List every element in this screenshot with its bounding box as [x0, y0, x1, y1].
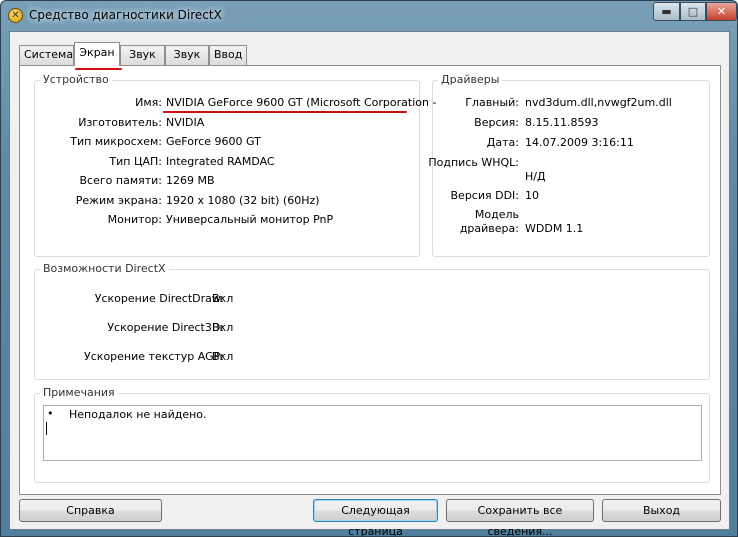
notes-bullet: •: [47, 407, 54, 420]
monitor-label: Монитор:: [107, 213, 162, 226]
driver-version-value: 8.15.11.8593: [525, 116, 599, 129]
maximize-button[interactable]: □: [680, 2, 706, 21]
manufacturer-label: Изготовитель:: [78, 116, 162, 129]
chip-type-label: Тип микросхем:: [70, 135, 162, 148]
tab-highlight-line: [75, 68, 122, 70]
manufacturer-value: NVIDIA: [166, 116, 205, 129]
notes-title: Примечания: [40, 386, 118, 399]
display-mode-value: 1920 x 1080 (32 bit) (60Hz): [166, 194, 320, 207]
dac-type-label: Тип ЦАП:: [109, 155, 162, 168]
driver-model-label-line2: драйвера:: [459, 222, 519, 235]
title-bar[interactable]: ✕ Средство диагностики DirectX ▬ □ ✕: [1, 1, 737, 31]
driver-date-value: 14.07.2009 3:16:11: [525, 136, 634, 149]
monitor-value: Универсальный монитор PnP: [166, 213, 334, 226]
notes-groupbox: Примечания • Неподалок не найдено.: [34, 386, 710, 483]
display-tab-panel: Устройство Имя: NVIDIA GeForce 9600 GT (…: [19, 65, 721, 495]
whql-value: Н/Д: [525, 170, 546, 183]
device-groupbox-title: Устройство: [40, 73, 112, 86]
directx-features-groupbox: Возможности DirectX Ускорение DirectDraw…: [34, 262, 710, 380]
total-memory-label: Всего памяти:: [79, 174, 162, 187]
directx-diagnostic-window: ✕ Средство диагностики DirectX ▬ □ ✕ Сис…: [0, 0, 738, 537]
directx-features-title: Возможности DirectX: [40, 262, 169, 275]
main-driver-label: Главный:: [465, 96, 519, 109]
driver-version-label: Версия:: [474, 116, 519, 129]
tab-sound-1[interactable]: Звук 1: [120, 45, 165, 79]
drivers-groupbox-title: Драйверы: [438, 73, 503, 86]
minimize-button[interactable]: ▬: [653, 2, 680, 21]
directdraw-label: Ускорение DirectDraw:: [94, 292, 224, 305]
dialog-client-area: Система Экран Звук 1 Звук 2 Ввод Устройс…: [9, 31, 730, 536]
drivers-groupbox: Драйверы Главный: nvd3dum.dll,nvwgf2um.d…: [428, 73, 710, 257]
tab-display[interactable]: Экран: [74, 42, 120, 66]
exit-button[interactable]: Выход: [602, 499, 721, 522]
chip-type-value: GeForce 9600 GT: [166, 135, 261, 148]
main-driver-value: nvd3dum.dll,nvwgf2um.dll: [525, 96, 672, 109]
notes-textbox[interactable]: • Неподалок не найдено.: [43, 405, 702, 461]
save-all-info-button[interactable]: Сохранить все сведения...: [446, 499, 594, 536]
device-name-label: Имя:: [135, 96, 162, 109]
whql-label: Подпись WHQL:: [428, 156, 519, 169]
device-name-value: NVIDIA GeForce 9600 GT (Microsoft Corpor…: [166, 96, 437, 109]
next-page-button[interactable]: Следующая страница: [313, 499, 438, 536]
device-groupbox: Устройство Имя: NVIDIA GeForce 9600 GT (…: [34, 73, 436, 257]
name-highlight-line: [163, 111, 407, 113]
direct3d-value: Вкл: [212, 321, 234, 334]
direct3d-label: Ускорение Direct3D:: [107, 321, 224, 334]
close-button[interactable]: ✕: [706, 2, 737, 21]
tab-sound-2[interactable]: Звук 2: [165, 45, 209, 79]
driver-model-label-line1: Модель: [474, 208, 519, 221]
ddi-version-label: Версия DDI:: [450, 189, 520, 202]
agp-texture-value: Вкл: [212, 350, 234, 363]
text-cursor: [46, 422, 47, 435]
window-title: Средство диагностики DirectX: [29, 8, 222, 22]
directdraw-value: Вкл: [212, 292, 234, 305]
total-memory-value: 1269 MB: [166, 174, 215, 187]
display-mode-label: Режим экрана:: [75, 194, 162, 207]
driver-date-label: Дата:: [486, 136, 519, 149]
tab-input[interactable]: Ввод: [209, 45, 247, 65]
dac-type-value: Integrated RAMDAC: [166, 155, 275, 168]
tab-system[interactable]: Система: [19, 45, 74, 65]
driver-model-value: WDDM 1.1: [525, 222, 584, 235]
directx-icon: ✕: [8, 8, 23, 23]
agp-texture-label: Ускорение текстур AGP:: [84, 350, 224, 363]
notes-text: Неподалок не найдено.: [69, 408, 207, 421]
help-button[interactable]: Справка: [19, 499, 162, 522]
ddi-version-value: 10: [525, 189, 539, 202]
